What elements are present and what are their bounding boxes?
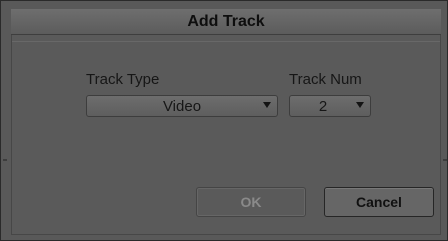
- right-edge-mark: [443, 159, 447, 161]
- chevron-down-icon: [263, 102, 271, 108]
- chevron-down-icon: [356, 102, 364, 108]
- left-edge-mark: [3, 159, 7, 161]
- ok-button-label: OK: [240, 194, 262, 210]
- track-num-value: 2: [318, 97, 328, 115]
- dialog-title: Add Track: [187, 12, 265, 30]
- track-type-label: Track Type: [86, 71, 160, 88]
- cancel-button-label: Cancel: [356, 194, 402, 210]
- dialog-body: Track Type Video Track Num 2 OK Cancel: [11, 35, 441, 235]
- track-type-select[interactable]: Video: [86, 95, 278, 117]
- title-bar: Add Track: [11, 9, 441, 35]
- divider: [12, 41, 440, 42]
- add-track-dialog: Add Track Track Type Video Track Num 2 O…: [0, 0, 448, 241]
- track-type-value: Video: [162, 97, 202, 115]
- ok-button[interactable]: OK: [196, 187, 306, 217]
- track-num-select[interactable]: 2: [289, 95, 371, 117]
- cancel-button[interactable]: Cancel: [324, 187, 434, 217]
- track-num-label: Track Num: [289, 71, 362, 88]
